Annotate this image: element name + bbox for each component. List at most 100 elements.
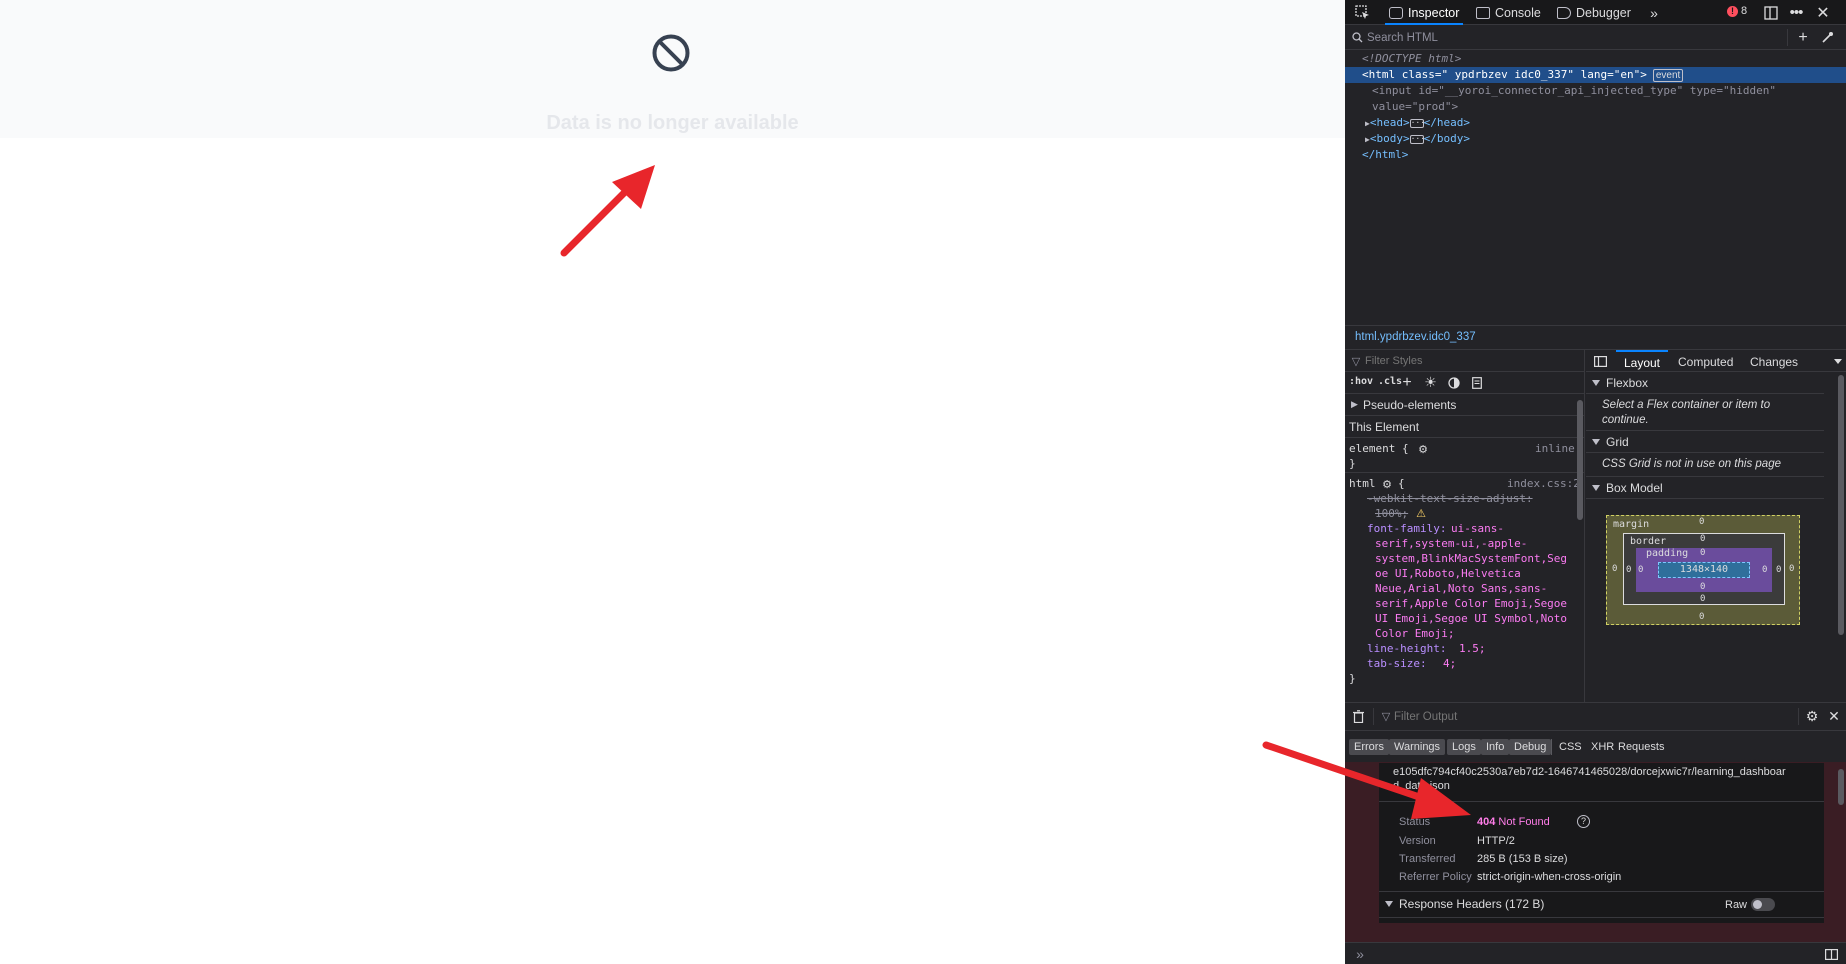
warning-icon[interactable]: ⚠ xyxy=(1415,507,1427,520)
close-icon[interactable]: ✕ xyxy=(1815,4,1831,22)
filter-xhr-button[interactable]: XHR xyxy=(1591,739,1614,755)
referrer-policy-label: Referrer Policy xyxy=(1399,871,1472,883)
tab-computed[interactable]: Computed xyxy=(1678,350,1733,372)
pseudo-elements-toggle[interactable]: ▶ Pseudo-elements xyxy=(1345,394,1585,416)
expand-triangle-icon[interactable]: ▶ xyxy=(1345,119,1370,128)
trash-icon[interactable] xyxy=(1351,709,1365,724)
collapse-triangle-icon xyxy=(1592,484,1600,491)
divider xyxy=(1798,708,1799,725)
filter-errors-button[interactable]: Errors xyxy=(1349,739,1389,755)
light-scheme-icon[interactable]: ☀ xyxy=(1423,374,1438,390)
filter-info-button[interactable]: Info xyxy=(1481,739,1510,755)
font-family-value[interactable]: ui-sans- xyxy=(1451,521,1504,536)
gear-icon[interactable]: ⚙ xyxy=(1804,708,1820,725)
box-model-margin[interactable]: margin 0 0 0 0 border 0 0 0 0 padding 0 … xyxy=(1606,515,1800,625)
eyedropper-icon[interactable] xyxy=(1819,29,1835,46)
collapsed-dots-icon[interactable]: ··· xyxy=(1409,118,1425,128)
element-picker-icon[interactable] xyxy=(1353,4,1371,21)
divider xyxy=(1787,29,1788,46)
flexbox-section-toggle[interactable]: Flexbox xyxy=(1586,372,1824,394)
help-icon[interactable]: ? xyxy=(1577,815,1590,828)
overridden-value[interactable]: 100%; xyxy=(1375,506,1408,521)
divider xyxy=(1373,708,1374,725)
markup-view: <!DOCTYPE html> <html class=" ypdrbzev i… xyxy=(1345,51,1846,325)
console-panel: ▽ ⚙ ✕ Errors Warnings Logs Info Debug CS… xyxy=(1345,702,1846,964)
overridden-property[interactable]: -webkit-text-size-adjust: xyxy=(1367,491,1533,506)
box-model-section-toggle[interactable]: Box Model xyxy=(1586,477,1824,499)
more-tabs-chevron-icon[interactable]: » xyxy=(1647,4,1661,21)
box-model-border[interactable]: border 0 0 0 0 padding 0 0 0 0 1348×140 xyxy=(1623,533,1785,605)
tab-changes[interactable]: Changes xyxy=(1750,350,1798,372)
version-label: Version xyxy=(1399,835,1436,847)
doctype-node[interactable]: <!DOCTYPE html> xyxy=(1345,51,1846,67)
tab-inspector[interactable]: Inspector xyxy=(1385,0,1464,25)
line-height-property[interactable]: line-height: xyxy=(1367,641,1446,656)
rule-source-link[interactable]: index.css:2 xyxy=(1507,476,1580,491)
error-count-badge[interactable]: ! 8 xyxy=(1727,5,1747,17)
body-node[interactable]: ▶<body>···</body> xyxy=(1345,131,1846,147)
layout-scrollbar[interactable] xyxy=(1838,375,1844,635)
layout-pane: Layout Computed Changes Flexbox Select a… xyxy=(1586,350,1846,702)
filter-output-input[interactable] xyxy=(1394,708,1694,725)
tab-size-property[interactable]: tab-size: xyxy=(1367,656,1427,671)
more-options-icon[interactable]: ••• xyxy=(1787,4,1805,21)
filter-debug-button[interactable]: Debug xyxy=(1509,739,1552,755)
divider xyxy=(1379,917,1824,918)
input-node[interactable]: <input id="__yoroi_connector_api_injecte… xyxy=(1345,83,1846,99)
dock-side-icon[interactable] xyxy=(1763,4,1779,21)
search-html-input[interactable] xyxy=(1367,30,1767,45)
filter-styles-input[interactable] xyxy=(1365,353,1545,369)
transferred-label: Transferred xyxy=(1399,853,1456,865)
rule-close: } xyxy=(1349,457,1356,470)
toggle-sidebar-icon[interactable] xyxy=(1593,355,1607,367)
inspector-icon xyxy=(1389,6,1403,19)
expand-triangle-icon[interactable]: ▶ xyxy=(1345,135,1370,144)
raw-toggle[interactable] xyxy=(1751,898,1775,911)
tab-layout[interactable]: Layout xyxy=(1616,350,1668,372)
collapsed-dots-icon[interactable]: ··· xyxy=(1409,134,1425,144)
tab-debugger[interactable]: Debugger xyxy=(1557,0,1631,25)
rules-scrollbar[interactable] xyxy=(1577,400,1583,520)
flexbox-note: Select a Flex container or item to conti… xyxy=(1602,399,1771,426)
response-headers-toggle[interactable]: Response Headers (172 B) xyxy=(1385,897,1544,911)
network-details-panel: e105dfc794cf40c2530a7eb7d2-1646741465028… xyxy=(1379,763,1824,923)
dark-scheme-icon[interactable] xyxy=(1446,375,1461,390)
search-html-bar: + xyxy=(1345,25,1846,50)
filter-warnings-button[interactable]: Warnings xyxy=(1389,739,1446,755)
transferred-value: 285 B (153 B size) xyxy=(1477,853,1568,865)
box-model-content[interactable]: 1348×140 xyxy=(1658,562,1750,578)
filter-requests-button[interactable]: Requests xyxy=(1618,739,1664,755)
split-console-icon[interactable] xyxy=(1823,946,1839,962)
event-badge[interactable]: event xyxy=(1652,69,1684,82)
filter-css-button[interactable]: CSS xyxy=(1559,739,1582,755)
close-console-icon[interactable]: ✕ xyxy=(1827,708,1841,725)
font-family-property[interactable]: font-family: xyxy=(1367,521,1446,536)
gear-icon[interactable]: ⚙ xyxy=(1417,443,1429,456)
tab-size-value[interactable]: 4; xyxy=(1443,656,1456,671)
print-media-icon[interactable] xyxy=(1470,375,1483,390)
cls-toggle[interactable]: .cls xyxy=(1378,376,1402,387)
devtools-panel: Inspector Console Debugger » ! 8 ••• ✕ S… xyxy=(1345,0,1846,964)
collapse-triangle-icon xyxy=(1385,901,1393,907)
html-rule-selector: html xyxy=(1349,477,1376,490)
chevron-down-icon[interactable] xyxy=(1834,359,1842,364)
request-url[interactable]: e105dfc794cf40c2530a7eb7d2-1646741465028… xyxy=(1393,765,1813,793)
breadcrumb-item[interactable]: html.ypdrbzev.idc0_337 xyxy=(1355,331,1476,343)
html-close-node[interactable]: </html> xyxy=(1345,147,1846,163)
line-height-value[interactable]: 1.5; xyxy=(1459,641,1486,656)
gear-icon[interactable]: ⚙ xyxy=(1381,478,1393,491)
console-scrollbar[interactable] xyxy=(1838,769,1844,805)
add-rule-icon[interactable]: + xyxy=(1400,374,1414,391)
grid-section-toggle[interactable]: Grid xyxy=(1586,431,1824,453)
tab-console[interactable]: Console xyxy=(1476,0,1541,25)
error-icon: ! xyxy=(1727,5,1738,17)
add-node-icon[interactable]: + xyxy=(1795,29,1811,46)
expand-triangle-icon: ▶ xyxy=(1351,399,1358,409)
html-node[interactable]: <html class=" ypdrbzev idc0_337" lang="e… xyxy=(1345,67,1846,83)
hov-toggle[interactable]: :hov xyxy=(1349,376,1373,387)
filter-logs-button[interactable]: Logs xyxy=(1447,739,1481,755)
head-node[interactable]: ▶<head>···</head> xyxy=(1345,115,1846,131)
box-model-padding[interactable]: padding 0 0 0 0 1348×140 xyxy=(1636,548,1772,592)
input-node-cont: value="prod"> xyxy=(1372,100,1459,113)
status-label: Status xyxy=(1399,816,1431,828)
